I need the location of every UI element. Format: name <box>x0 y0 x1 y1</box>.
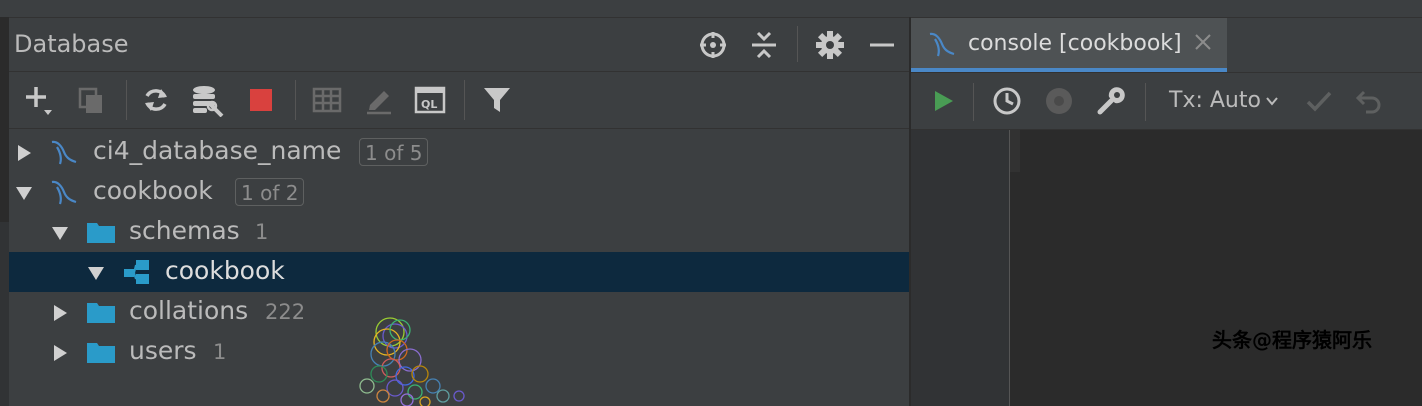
minimize-icon[interactable] <box>865 28 899 62</box>
tree-row-cookbook-schema[interactable]: cookbook <box>9 252 909 292</box>
expand-arrow-icon[interactable] <box>51 304 69 322</box>
tree-label: users <box>129 336 197 365</box>
tree-label: ci4_database_name <box>93 136 342 165</box>
svg-text:QL: QL <box>421 98 437 111</box>
tree-row-ci4-database[interactable]: ci4_database_name 1 of 5 <box>9 132 909 172</box>
console-panel: console [cookbook] Tx: Auto 头条@程序猿阿乐 <box>911 18 1422 406</box>
chevron-down-icon[interactable] <box>1265 95 1279 107</box>
edit-icon[interactable] <box>361 82 397 118</box>
folder-icon <box>87 303 115 323</box>
sql-console-icon[interactable]: QL <box>412 82 448 118</box>
database-panel-header: Database <box>9 18 909 72</box>
schema-icon <box>124 260 149 284</box>
watermark-text: 头条@程序猿阿乐 <box>1212 328 1372 352</box>
tree-badge: 1 of 2 <box>235 178 305 206</box>
tab-console-cookbook[interactable]: console [cookbook] <box>911 18 1227 72</box>
database-panel-title: Database <box>14 30 129 58</box>
close-icon[interactable] <box>1193 32 1213 52</box>
db-properties-icon[interactable] <box>190 82 226 118</box>
collapse-all-icon[interactable] <box>747 28 781 62</box>
duplicate-icon[interactable] <box>73 82 109 118</box>
add-icon[interactable] <box>21 82 57 118</box>
console-tab-bar: console [cookbook] <box>911 18 1422 73</box>
tree-count: 222 <box>265 300 306 324</box>
tree-count: 1 <box>255 220 269 244</box>
commit-icon[interactable] <box>1301 83 1337 119</box>
database-toolbar: QL <box>9 72 909 129</box>
collapse-arrow-icon[interactable] <box>51 224 69 242</box>
tree-row-schemas[interactable]: schemas 1 <box>9 212 909 252</box>
editor-gutter <box>911 130 1010 406</box>
tree-label: schemas <box>129 216 240 245</box>
tree-badge: 1 of 5 <box>359 138 429 166</box>
folder-icon <box>87 223 115 243</box>
settings-disabled-icon[interactable] <box>1041 83 1077 119</box>
expand-arrow-icon[interactable] <box>15 144 33 162</box>
mysql-icon <box>51 140 77 165</box>
crosshair-icon[interactable] <box>696 28 730 62</box>
table-editor-icon[interactable] <box>309 82 345 118</box>
folder-icon <box>87 343 115 363</box>
collapse-arrow-icon[interactable] <box>15 184 33 202</box>
mysql-icon <box>51 180 77 205</box>
rollback-icon[interactable] <box>1351 83 1387 119</box>
transaction-mode-dropdown[interactable]: Tx: Auto <box>1169 88 1261 113</box>
window-top-strip <box>0 0 1422 18</box>
gear-icon[interactable] <box>813 28 847 62</box>
history-icon[interactable] <box>989 83 1025 119</box>
tree-label: cookbook <box>165 256 285 285</box>
left-edge <box>0 17 9 406</box>
collapse-arrow-icon[interactable] <box>87 264 105 282</box>
tree-row-cookbook-db[interactable]: cookbook 1 of 2 <box>9 172 909 212</box>
console-toolbar: Tx: Auto <box>911 73 1422 130</box>
tree-count: 1 <box>213 340 227 364</box>
filter-icon[interactable] <box>479 82 515 118</box>
tree-label: cookbook <box>93 176 213 205</box>
loading-spinner-icon <box>359 317 465 406</box>
expand-arrow-icon[interactable] <box>51 344 69 362</box>
mysql-icon <box>929 32 955 57</box>
wrench-icon[interactable] <box>1093 83 1129 119</box>
stop-icon[interactable] <box>243 82 279 118</box>
run-icon[interactable] <box>925 83 961 119</box>
tree-label: collations <box>129 296 249 325</box>
sql-editor[interactable]: 头条@程序猿阿乐 <box>911 130 1422 406</box>
active-tab-indicator <box>911 68 1227 72</box>
current-line-highlight <box>1010 130 1020 172</box>
refresh-icon[interactable] <box>138 82 174 118</box>
tab-label: console [cookbook] <box>968 31 1182 56</box>
